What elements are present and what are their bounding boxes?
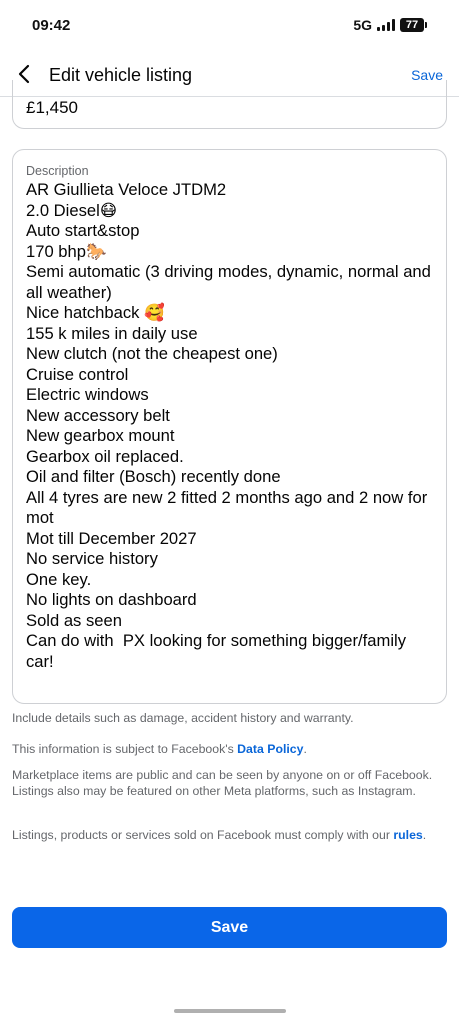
rules-prefix: Listings, products or services sold on F…: [12, 828, 394, 842]
home-indicator[interactable]: [174, 1009, 286, 1013]
price-field[interactable]: £1,450: [12, 80, 447, 129]
battery-icon: 77: [400, 18, 427, 32]
data-policy-prefix: This information is subject to Facebook'…: [12, 742, 238, 756]
status-indicators: 5G 77: [353, 17, 427, 33]
description-helper-text: Include details such as damage, accident…: [12, 711, 354, 725]
rules-link[interactable]: rules: [393, 828, 422, 842]
rules-notice: Listings, products or services sold on F…: [12, 827, 447, 843]
rules-suffix: .: [422, 828, 427, 842]
description-label: Description: [26, 164, 89, 178]
price-value: £1,450: [26, 98, 78, 117]
signal-icon: [377, 19, 395, 31]
description-text[interactable]: AR Giullieta Veloce JTDM2 2.0 Diesel😷 Au…: [26, 180, 436, 672]
data-policy-suffix: .: [303, 742, 307, 756]
description-field[interactable]: Description AR Giullieta Veloce JTDM2 2.…: [12, 149, 447, 704]
network-type: 5G: [353, 17, 372, 33]
status-bar: 09:42 5G 77: [0, 0, 459, 52]
status-time: 09:42: [32, 17, 71, 34]
data-policy-link[interactable]: Data Policy: [237, 742, 303, 756]
save-button[interactable]: Save: [12, 907, 447, 948]
marketplace-notice: Marketplace items are public and can be …: [12, 768, 433, 798]
battery-level: 77: [400, 18, 424, 32]
data-policy-notice: This information is subject to Facebook'…: [12, 741, 447, 757]
